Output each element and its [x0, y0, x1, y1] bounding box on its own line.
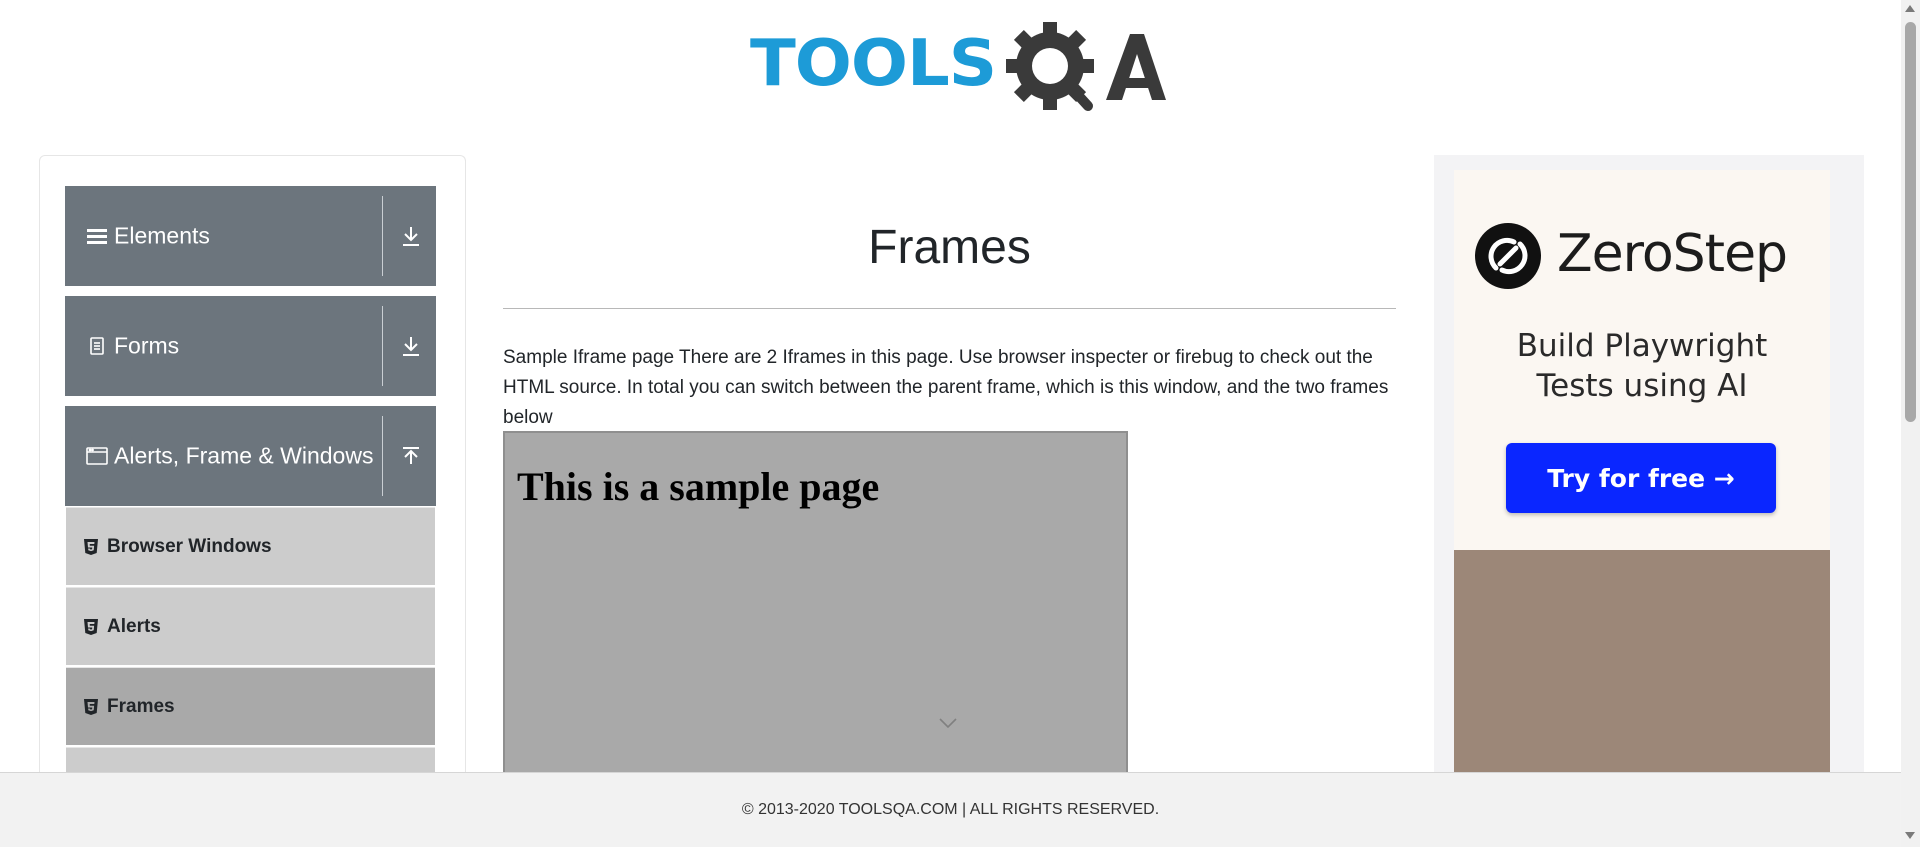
- sidebar-item-label: Frames: [107, 695, 175, 717]
- ad-image: [1454, 550, 1830, 795]
- group-label: Elements: [114, 222, 210, 249]
- html5-icon: [84, 618, 98, 635]
- footer: © 2013-2020 TOOLSQA.COM | ALL RIGHTS RES…: [0, 772, 1901, 847]
- download-arrow-icon: [403, 227, 419, 246]
- footer-copyright: © 2013-2020 TOOLSQA.COM | ALL RIGHTS RES…: [741, 801, 1160, 818]
- group-label: Alerts, Frame & Windows: [114, 442, 374, 469]
- sidebar-item-frames[interactable]: Frames: [66, 667, 435, 745]
- zerostep-logo-icon: [1475, 223, 1541, 289]
- ad-tagline-line2: Tests using AI: [1536, 368, 1748, 404]
- upload-arrow-icon: [403, 447, 419, 464]
- document-icon: [90, 337, 104, 355]
- sidebar-item-alerts[interactable]: Alerts: [66, 587, 435, 665]
- chevron-down-icon: [939, 718, 957, 729]
- iframe-heading: This is a sample page: [517, 464, 880, 509]
- scroll-up-arrow-icon[interactable]: [1905, 5, 1915, 12]
- title-divider: [503, 308, 1396, 309]
- toolsqa-logo[interactable]: TOOLS QA: [750, 18, 1166, 118]
- ad-tagline: Build Playwright Tests using AI: [1454, 326, 1830, 406]
- sidebar-item-label: Alerts: [107, 615, 161, 637]
- sidebar-item-browser-windows[interactable]: Browser Windows: [66, 507, 435, 585]
- scrollbar-thumb[interactable]: [1905, 22, 1916, 422]
- vertical-scrollbar[interactable]: [1901, 0, 1920, 847]
- sample-iframe[interactable]: This is a sample page: [503, 431, 1128, 791]
- html5-icon: [84, 538, 98, 555]
- group-header-elements[interactable]: Elements: [65, 186, 436, 286]
- divider: [382, 306, 383, 386]
- hamburger-icon: [87, 229, 107, 244]
- divider: [382, 196, 383, 276]
- page-title: Frames: [868, 221, 1031, 274]
- page-description: Sample Iframe page There are 2 Iframes i…: [503, 347, 1389, 428]
- ad-tagline-line1: Build Playwright: [1516, 328, 1768, 364]
- divider: [382, 416, 383, 496]
- window-icon: [86, 447, 108, 465]
- html5-icon: [84, 698, 98, 715]
- group-header-forms[interactable]: Forms: [65, 296, 436, 396]
- scroll-down-arrow-icon[interactable]: [1905, 832, 1915, 839]
- group-label: Forms: [114, 332, 180, 359]
- logo-text-tools: TOOLS: [750, 27, 997, 101]
- ad-brand-name: ZeroStep: [1557, 224, 1788, 284]
- group-header-alerts-frame-windows[interactable]: Alerts, Frame & Windows: [65, 406, 436, 506]
- logo-gear-qa: [1006, 22, 1166, 111]
- download-arrow-icon: [403, 337, 419, 356]
- sidebar-item-label: Browser Windows: [107, 535, 272, 557]
- try-for-free-button[interactable]: Try for free →: [1506, 443, 1776, 513]
